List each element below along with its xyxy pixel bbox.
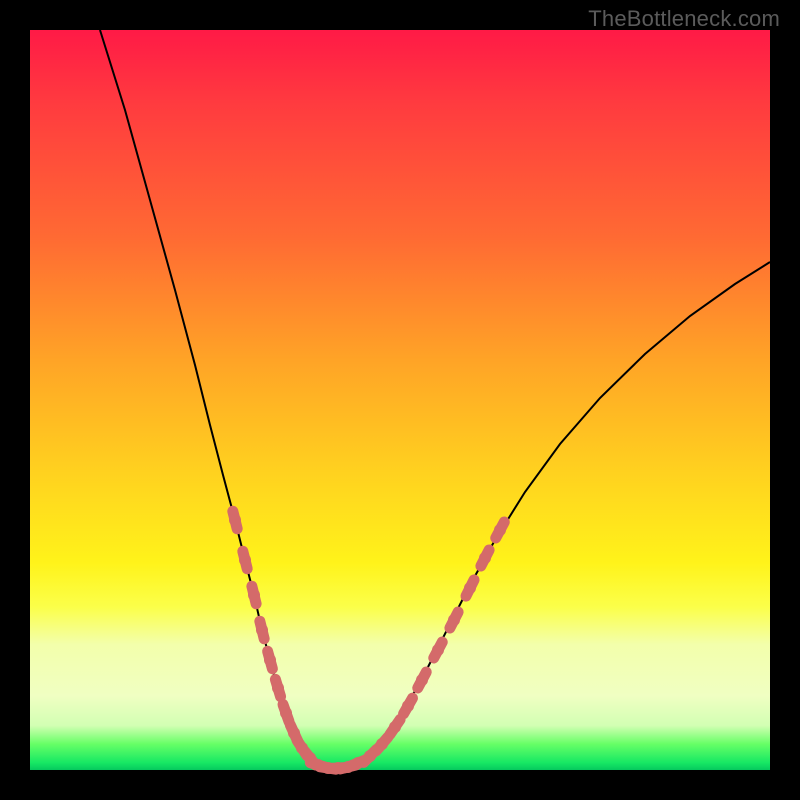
curve-mark-dot bbox=[432, 644, 444, 656]
curve-mark-dot bbox=[494, 524, 506, 536]
outer-frame: TheBottleneck.com bbox=[0, 0, 800, 800]
curve-mark-dot bbox=[479, 552, 491, 564]
curve-mark-dot bbox=[248, 589, 260, 601]
curve-mark-dot bbox=[264, 654, 276, 666]
curve-overlay bbox=[30, 30, 770, 770]
curve-mark-dot bbox=[376, 738, 388, 750]
curve-mark-dot bbox=[464, 582, 476, 594]
curve-mark-dot bbox=[389, 721, 401, 733]
curve-mark-dot bbox=[402, 700, 414, 712]
curve-mark-dot bbox=[280, 707, 292, 719]
curve-mark-dot bbox=[256, 624, 268, 636]
watermark-text: TheBottleneck.com bbox=[588, 6, 780, 32]
curve-mark-dot bbox=[416, 674, 428, 686]
curve-mark-dot bbox=[272, 682, 284, 694]
curve-marks-bottom bbox=[310, 757, 365, 774]
curve-mark-dot bbox=[448, 614, 460, 626]
curve-mark-dot bbox=[239, 554, 251, 566]
curve-marks-right bbox=[364, 522, 506, 762]
curve-mark-dot bbox=[229, 514, 241, 526]
curve-marks-left bbox=[229, 511, 316, 765]
